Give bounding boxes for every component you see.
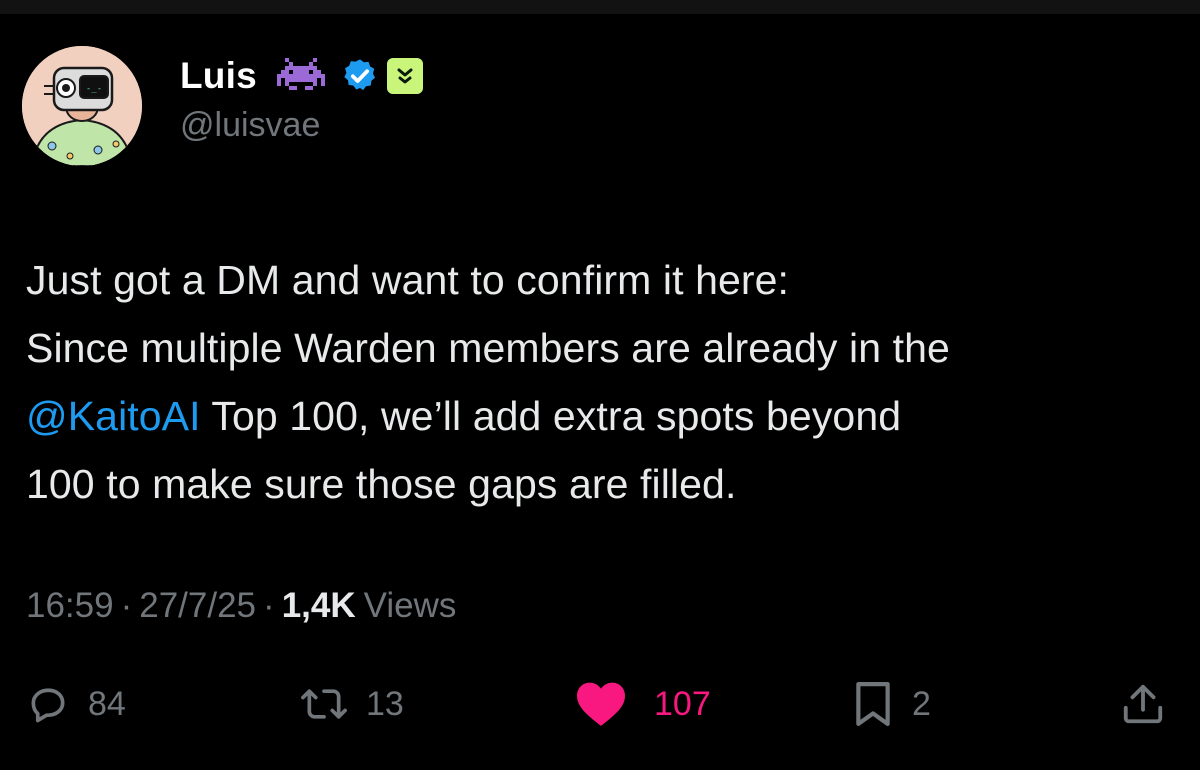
views-count: 1,4K xyxy=(281,586,356,625)
repost-count: 13 xyxy=(366,684,404,723)
repost-icon xyxy=(300,682,348,726)
reply-button[interactable]: 84 xyxy=(26,672,126,736)
share-button[interactable] xyxy=(1120,672,1166,736)
like-count: 107 xyxy=(654,684,711,723)
meta-separator: · xyxy=(120,586,133,625)
bookmark-count: 2 xyxy=(912,684,931,723)
reply-count: 84 xyxy=(88,684,126,723)
alien-monster-icon xyxy=(276,57,325,95)
repost-button[interactable]: 13 xyxy=(300,672,404,736)
bookmark-icon xyxy=(852,681,894,727)
tweet-line-2: Since multiple Warden members are alread… xyxy=(26,325,950,371)
bookmark-button[interactable]: 2 xyxy=(852,672,931,736)
tweet-line-4: 100 to make sure those gaps are filled. xyxy=(26,461,737,507)
name-block: Luis @luisvae xyxy=(180,54,980,145)
tweet-text: Just got a DM and want to confirm it her… xyxy=(26,246,1176,518)
tweet-header: -_- Luis @luisvae xyxy=(22,46,1172,170)
affiliate-badge-icon[interactable] xyxy=(386,58,423,94)
tweet-card: -_- Luis @luisvae Just got a DM and want… xyxy=(0,0,1200,770)
meta-separator: · xyxy=(263,586,275,625)
tweet-meta: 16:59 · 27/7/25 · 1,4K Views xyxy=(26,586,456,626)
tweet-time[interactable]: 16:59 xyxy=(26,586,114,626)
tweet-line-1: Just got a DM and want to confirm it her… xyxy=(26,257,790,303)
mention-link[interactable]: @KaitoAI xyxy=(26,393,201,439)
display-name[interactable]: Luis xyxy=(180,55,257,97)
svg-text:-_-: -_- xyxy=(86,84,102,94)
avatar[interactable]: -_- xyxy=(22,46,142,166)
action-bar: 84 13 107 2 xyxy=(0,672,1200,736)
heart-icon xyxy=(574,680,628,728)
views-label: Views xyxy=(363,586,457,625)
user-handle[interactable]: @luisvae xyxy=(180,106,980,145)
like-button[interactable]: 107 xyxy=(574,672,711,736)
tweet-line-3: Top 100, we’ll add extra spots beyond xyxy=(200,393,902,439)
name-row: Luis xyxy=(180,54,980,98)
reply-icon xyxy=(26,682,70,726)
share-icon xyxy=(1120,681,1166,727)
avatar-illustration-icon: -_- xyxy=(22,46,142,166)
tweet-date[interactable]: 27/7/25 xyxy=(139,586,256,626)
verified-badge-icon[interactable] xyxy=(341,57,379,95)
